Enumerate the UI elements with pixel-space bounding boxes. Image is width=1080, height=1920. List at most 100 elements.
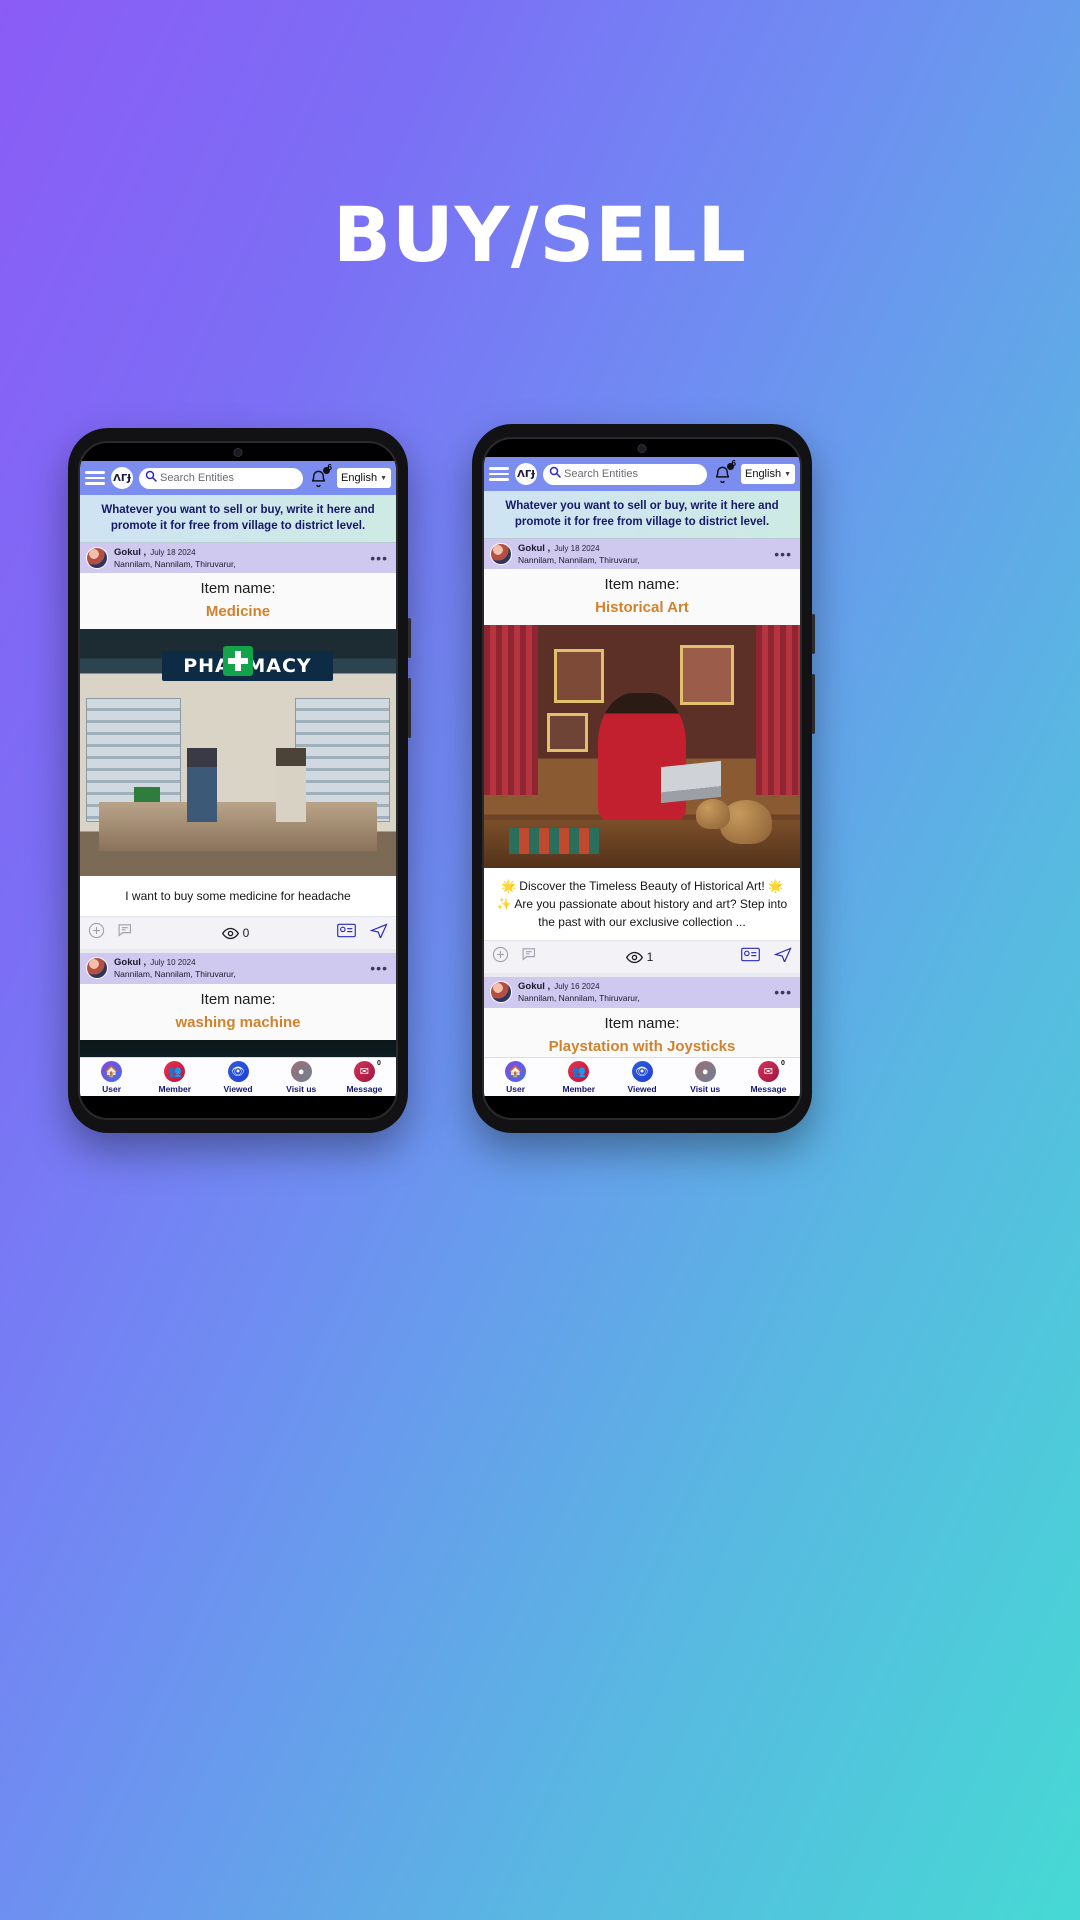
chevron-down-icon: ▼ <box>784 470 791 478</box>
search-input[interactable]: Search Entities <box>543 463 707 485</box>
item-name-block: Item name: Playstation with Joysticks <box>484 1007 800 1057</box>
post-date: July 18 2024 <box>150 547 196 557</box>
search-input[interactable]: Search Entities <box>139 467 303 489</box>
notification-count: 6 <box>731 459 736 468</box>
nav-label: Visit us <box>690 1084 721 1094</box>
contact-card-icon[interactable] <box>337 923 356 943</box>
post-image[interactable]: PHARMACY <box>80 629 396 877</box>
post-more-options-button[interactable]: ••• <box>370 550 390 566</box>
post-meta: Gokul , July 18 2024 Nannilam, Nannilam,… <box>518 543 768 566</box>
app-logo-icon[interactable]: ɅГɈ <box>111 467 133 489</box>
post-feed[interactable]: Gokul , July 18 2024 Nannilam, Nannilam,… <box>80 542 396 1057</box>
message-badge: 0 <box>780 1060 785 1067</box>
post-header: Gokul , July 18 2024 Nannilam, Nannilam,… <box>80 542 396 574</box>
avatar[interactable] <box>86 957 108 980</box>
item-name-value: Medicine <box>205 603 271 621</box>
nav-item-user[interactable]: 🏠 User <box>80 1061 143 1094</box>
page-title: BUY/SELL <box>333 190 747 279</box>
language-value: English <box>340 472 378 484</box>
curtain-left <box>484 625 538 796</box>
contact-card-icon[interactable] <box>741 947 760 967</box>
avatar[interactable] <box>490 542 512 565</box>
post-image[interactable] <box>484 625 800 869</box>
location-pin-icon: ● <box>694 1061 716 1082</box>
notification-bell-button[interactable]: 6 <box>309 463 332 490</box>
home-user-icon: 🏠 <box>505 1061 527 1082</box>
item-name-block: Item name: Medicine <box>80 573 396 630</box>
post-more-options-button[interactable]: ••• <box>370 960 390 976</box>
plus-circle-icon[interactable] <box>88 922 105 944</box>
nav-item-visit-us[interactable]: ● Visit us <box>674 1061 737 1094</box>
left-phone-screen-frame: ɅГɈ Search Entities 6 English ▼ Whatever… <box>78 441 398 1120</box>
eye-icon <box>625 951 643 963</box>
app-header: ɅГɈ Search Entities 6 English ▼ <box>484 457 800 491</box>
nav-item-viewed[interactable]: 👁 Viewed <box>206 1061 269 1094</box>
power-button[interactable] <box>408 678 411 738</box>
app-logo-icon[interactable]: ɅГɈ <box>515 463 537 485</box>
post-image[interactable] <box>80 1039 396 1057</box>
nav-label: User <box>506 1084 526 1094</box>
post-card[interactable]: Gokul , July 16 2024 Nannilam, Nannilam,… <box>484 977 800 1057</box>
language-select[interactable]: English ▼ <box>336 468 391 488</box>
nav-item-message[interactable]: 0 ✉ Message <box>737 1060 800 1094</box>
nav-item-member[interactable]: 👥 Member <box>143 1061 206 1094</box>
post-location: Nannilam, Nannilam, Thiruvarur, <box>114 969 236 980</box>
nav-item-user[interactable]: 🏠 User <box>484 1061 547 1094</box>
hamburger-menu-icon[interactable] <box>489 467 509 481</box>
nav-item-message[interactable]: 0 ✉ Message <box>333 1060 396 1094</box>
post-card[interactable]: Gokul , July 18 2024 Nannilam, Nannilam,… <box>80 542 396 950</box>
item-name-block: Item name: Historical Art <box>484 569 800 626</box>
left-phone-device: ɅГɈ Search Entities 6 English ▼ Whatever… <box>68 428 411 1133</box>
message-badge: 0 <box>376 1060 381 1067</box>
wall-frame <box>679 644 734 706</box>
post-location: Nannilam, Nannilam, Thiruvarur, <box>114 558 236 569</box>
eye-viewed-icon: 👁 <box>227 1061 249 1082</box>
nav-label: User <box>102 1084 122 1094</box>
item-name-label: Item name: <box>604 1014 680 1032</box>
volume-button[interactable] <box>812 614 815 654</box>
promo-banner-line2: promote it for free from village to dist… <box>110 520 366 533</box>
volume-button[interactable] <box>408 618 411 658</box>
post-more-options-button[interactable]: ••• <box>774 984 794 1000</box>
nav-label: Visit us <box>286 1084 317 1094</box>
language-select[interactable]: English ▼ <box>740 464 795 484</box>
wall-frame <box>553 649 605 703</box>
post-feed[interactable]: Gokul , July 18 2024 Nannilam, Nannilam,… <box>484 538 800 1057</box>
send-share-icon[interactable] <box>773 947 792 967</box>
notification-bell-button[interactable]: 6 <box>713 459 736 486</box>
post-more-options-button[interactable]: ••• <box>774 546 794 562</box>
post-right-actions <box>337 923 388 943</box>
right-phone-screen-frame: ɅГɈ Search Entities 6 English ▼ Whatever… <box>482 437 802 1120</box>
post-header: Gokul , July 10 2024 Nannilam, Nannilam,… <box>80 953 396 984</box>
language-value: English <box>744 468 782 480</box>
craft-items <box>509 827 600 854</box>
nav-item-viewed[interactable]: 👁 Viewed <box>610 1061 673 1094</box>
search-icon <box>145 469 157 487</box>
avatar[interactable] <box>490 981 512 1004</box>
home-user-icon: 🏠 <box>101 1061 123 1082</box>
item-name-value: Historical Art <box>595 599 689 617</box>
post-author: Gokul , <box>114 546 147 558</box>
item-name-label: Item name: <box>604 576 680 594</box>
plus-circle-icon[interactable] <box>492 946 509 968</box>
nav-item-member[interactable]: 👥 Member <box>547 1061 610 1094</box>
send-share-icon[interactable] <box>369 923 388 943</box>
hamburger-menu-icon[interactable] <box>85 471 105 485</box>
post-description: I want to buy some medicine for headache <box>80 876 396 917</box>
item-name-value: washing machine <box>175 1013 301 1031</box>
comment-question-icon[interactable] <box>117 922 134 944</box>
post-card[interactable]: Gokul , July 10 2024 Nannilam, Nannilam,… <box>80 953 396 1057</box>
promo-banner-line1: Whatever you want to sell or buy, write … <box>505 500 779 512</box>
comment-question-icon[interactable] <box>521 946 538 968</box>
customer-person <box>275 747 306 822</box>
post-views: 1 <box>550 950 729 964</box>
nav-item-visit-us[interactable]: ● Visit us <box>270 1061 333 1094</box>
avatar[interactable] <box>86 546 108 569</box>
post-card[interactable]: Gokul , July 18 2024 Nannilam, Nannilam,… <box>484 538 800 974</box>
power-button[interactable] <box>812 674 815 734</box>
promo-banner-line1: Whatever you want to sell or buy, write … <box>101 504 375 516</box>
nav-label: Message <box>750 1084 787 1094</box>
add-member-icon: 👥 <box>568 1061 590 1082</box>
post-date: July 16 2024 <box>554 982 600 992</box>
search-placeholder: Search Entities <box>564 468 638 480</box>
